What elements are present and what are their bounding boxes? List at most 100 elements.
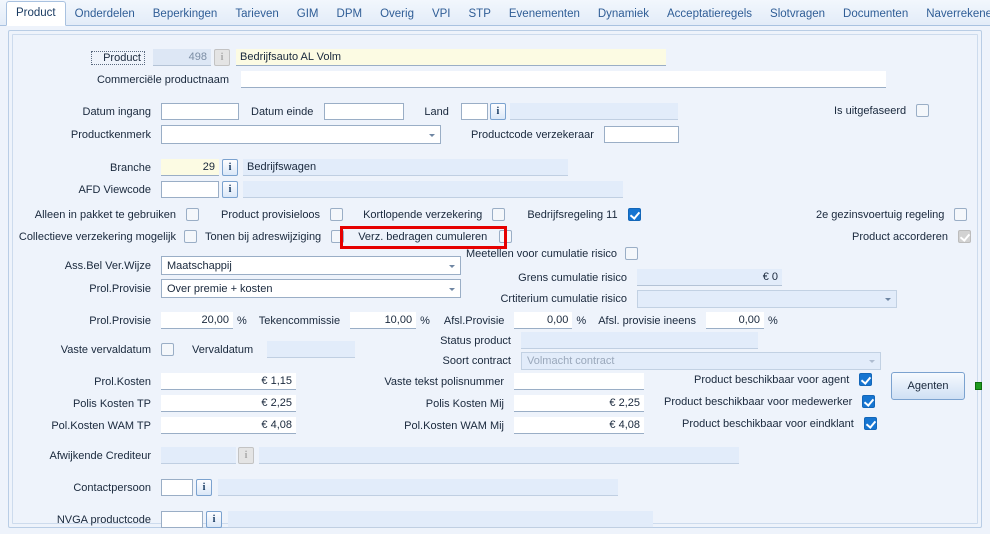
ass-bel-ver-wijze-row: Ass.Bel Ver.Wijze Maatschappij — [31, 256, 461, 275]
datum-einde-input[interactable] — [324, 103, 405, 120]
prol-provisie-pct-input[interactable] — [161, 312, 233, 329]
tonen-bij-adreswijziging-checkbox[interactable] — [331, 230, 345, 243]
verz-bedragen-cumuleren-checkbox[interactable] — [499, 230, 513, 243]
tab-product[interactable]: Product — [6, 1, 66, 26]
product-provisieloos-label: Product provisieloos — [221, 208, 321, 221]
tab-dynamiek[interactable]: Dynamiek — [589, 3, 658, 26]
tekencommissie-input[interactable] — [350, 312, 417, 329]
beschikbaar-agent-checkbox[interactable] — [859, 373, 873, 386]
contactpersoon-name-input[interactable] — [218, 479, 618, 496]
land-info-icon[interactable]: i — [489, 103, 506, 120]
ass-bel-ver-wijze-select[interactable]: Maatschappij — [161, 256, 461, 275]
tab-stp[interactable]: STP — [460, 3, 500, 26]
tab-beperkingen[interactable]: Beperkingen — [144, 3, 227, 26]
branche-info-icon[interactable]: i — [222, 159, 238, 176]
nvga-productcode-input[interactable] — [161, 511, 203, 528]
tab-slotvragen[interactable]: Slotvragen — [761, 3, 834, 26]
agenten-button[interactable]: Agenten — [891, 372, 965, 400]
productcode-verzekeraar-label: Productcode verzekeraar — [471, 128, 594, 141]
nvga-productcode-info-icon[interactable]: i — [206, 511, 222, 528]
meetellen-cumulatie-checkbox[interactable] — [625, 247, 639, 260]
status-product-row: Status product — [401, 332, 758, 349]
kortlopende-verzekering-checkbox[interactable] — [492, 208, 506, 221]
meetellen-cumulatie-row: Meetellen voor cumulatie risico — [466, 247, 639, 260]
is-uitgefaseerd-checkbox[interactable] — [916, 104, 930, 117]
land-label: Land — [424, 105, 449, 118]
prol-provisie-select[interactable]: Over premie + kosten — [161, 279, 461, 298]
product-provisieloos-checkbox[interactable] — [330, 208, 344, 221]
grens-cumulatie-input[interactable] — [637, 269, 782, 286]
branche-label: Branche — [110, 161, 151, 174]
branche-code-input[interactable] — [161, 159, 219, 176]
vaste-tekst-polisnummer-input[interactable] — [514, 373, 644, 390]
provisie-percentage-row: Prol.Provisie % Tekencommissie % Afsl.Pr… — [31, 312, 778, 329]
prol-provisie-pct-label: Prol.Provisie — [89, 314, 151, 327]
checkbox-row-1: Alleen in pakket te gebruiken Product pr… — [23, 208, 641, 221]
branche-name-input[interactable] — [243, 159, 568, 176]
product-row: Product i — [91, 49, 666, 66]
afd-viewcode-input[interactable] — [161, 181, 219, 198]
criterium-cumulatie-select[interactable] — [637, 290, 897, 308]
tab-overig[interactable]: Overig — [371, 3, 423, 26]
polis-kosten-tp-input[interactable] — [161, 395, 296, 412]
land-code-input[interactable] — [460, 103, 488, 120]
chevron-down-icon — [429, 133, 435, 137]
productkenmerk-select[interactable] — [161, 125, 441, 144]
agenten-button-label: Agenten — [907, 380, 949, 392]
pol-kosten-wam-tp-input[interactable] — [161, 417, 296, 434]
contactpersoon-info-icon[interactable]: i — [196, 479, 212, 496]
tab-gim[interactable]: GIM — [288, 3, 328, 26]
beschikbaar-medewerker-checkbox[interactable] — [862, 395, 876, 408]
pol-kosten-wam-mij-input[interactable] — [514, 417, 644, 434]
alleen-in-pakket-checkbox[interactable] — [186, 208, 199, 221]
nvga-productcode-name-input[interactable] — [228, 511, 653, 528]
vervaldatum-input[interactable] — [267, 341, 356, 358]
datum-ingang-input[interactable] — [161, 103, 239, 120]
tab-evenementen[interactable]: Evenementen — [500, 3, 589, 26]
beschikbaar-eindklant-checkbox[interactable] — [863, 417, 877, 430]
product-form-panel: Product i Commerciële productnaam Datum … — [8, 30, 982, 528]
vaste-tekst-polisnummer-label: Vaste tekst polisnummer — [384, 375, 504, 388]
2e-gezinsvoertuig-checkbox[interactable] — [954, 208, 968, 221]
status-product-input[interactable] — [521, 332, 758, 349]
productcode-verzekeraar-input[interactable] — [603, 126, 679, 143]
beschikbaar-agent-row: Product beschikbaar voor agent — [694, 373, 873, 386]
tab-tarieven[interactable]: Tarieven — [226, 3, 287, 26]
afsl-provisie-ineens-input[interactable] — [706, 312, 765, 329]
soort-contract-select: Volmacht contract — [521, 352, 881, 370]
commerciele-productnaam-input[interactable] — [241, 71, 886, 88]
tab-naverrekenen[interactable]: Naverrekenen — [917, 3, 990, 26]
product-name-input[interactable] — [236, 49, 666, 66]
afd-viewcode-name-input[interactable] — [243, 181, 623, 198]
beschikbaar-eindklant-label: Product beschikbaar voor eindklant — [682, 417, 854, 430]
afwijkende-crediteur-name-input[interactable] — [259, 447, 739, 464]
afd-viewcode-info-icon[interactable]: i — [222, 181, 238, 198]
beschikbaar-eindklant-row: Product beschikbaar voor eindklant — [682, 417, 877, 430]
vaste-vervaldatum-checkbox[interactable] — [161, 343, 174, 356]
criterium-cumulatie-label: Crtiterium cumulatie risico — [500, 293, 627, 305]
ass-bel-ver-wijze-label: Ass.Bel Ver.Wijze — [64, 259, 151, 272]
afwijkende-crediteur-code-input[interactable] — [161, 447, 236, 464]
bedrijfsregeling-11-checkbox[interactable] — [627, 208, 641, 221]
chevron-down-icon — [869, 360, 875, 363]
product-code-input[interactable] — [153, 49, 211, 66]
product-label: Product — [91, 50, 145, 65]
tab-documenten[interactable]: Documenten — [834, 3, 917, 26]
tab-dpm[interactable]: DPM — [328, 3, 372, 26]
polis-kosten-mij-row: Polis Kosten Mij — [339, 395, 644, 412]
tab-acceptatieregels[interactable]: Acceptatieregels — [658, 3, 761, 26]
tab-vpi[interactable]: VPI — [423, 3, 460, 26]
collectieve-verzekering-checkbox[interactable] — [184, 230, 197, 243]
checkbox-row-2: Collectieve verzekering mogelijk Tonen b… — [5, 230, 513, 243]
land-name-input[interactable] — [509, 103, 678, 120]
product-info-icon[interactable]: i — [214, 49, 230, 66]
tab-onderdelen[interactable]: Onderdelen — [66, 3, 144, 26]
prol-kosten-input[interactable] — [161, 373, 296, 390]
polis-kosten-mij-input[interactable] — [514, 395, 644, 412]
productkenmerk-row: Productkenmerk Productcode verzekeraar — [31, 125, 679, 144]
nvga-productcode-label: NVGA productcode — [56, 513, 151, 526]
afsl-provisie-input[interactable] — [514, 312, 573, 329]
afwijkende-crediteur-row: Afwijkende Crediteur i — [31, 447, 739, 464]
contactpersoon-code-input[interactable] — [161, 479, 193, 496]
commerciele-productnaam-row: Commerciële productnaam — [69, 71, 886, 88]
